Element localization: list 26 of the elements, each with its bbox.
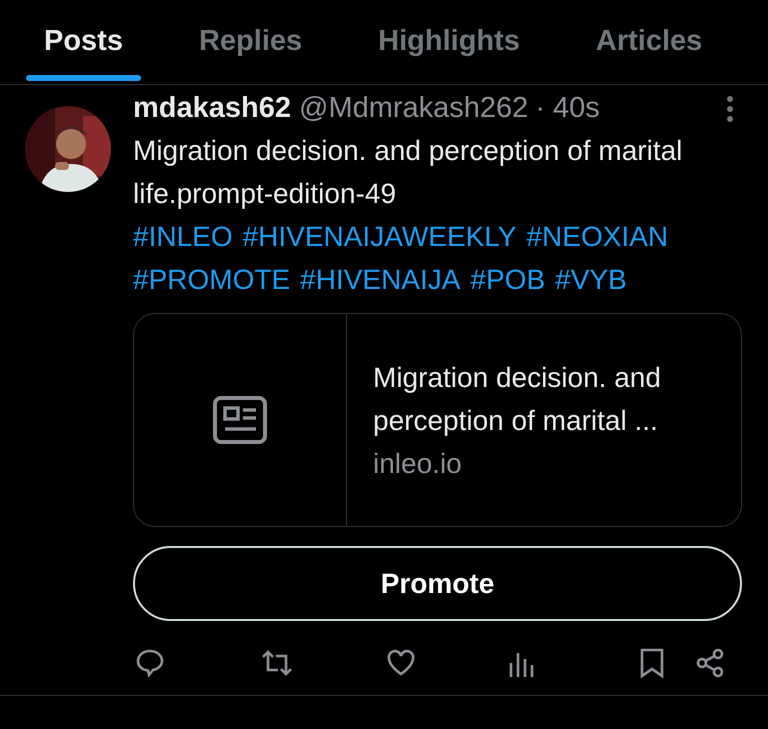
hashtag-link[interactable]: #HIVENAIJAWEEKLY: [242, 215, 516, 258]
link-title: Migration decision. and perception of marital ...: [373, 360, 662, 438]
hashtag-link[interactable]: #NEOXIAN: [526, 215, 668, 258]
share-icon[interactable]: [695, 648, 725, 678]
profile-tab[interactable]: Replies: [180, 0, 320, 84]
promote-button[interactable]: Promote: [133, 546, 742, 621]
bookmark-icon[interactable]: [639, 648, 665, 678]
user-handle[interactable]: @Mdmrakash262: [299, 87, 528, 131]
repost-icon[interactable]: [260, 648, 294, 678]
hashtag-link[interactable]: #PROMOTE: [133, 258, 290, 301]
article-icon: [212, 395, 268, 445]
more-icon[interactable]: [726, 95, 734, 123]
user-name[interactable]: mdakash62: [133, 87, 291, 131]
hashtag-link[interactable]: #INLEO: [133, 215, 233, 258]
link-domain: inleo.io: [373, 446, 463, 480]
link-card[interactable]: Migration decision. and perception of marital ... inleo.io: [133, 313, 742, 527]
hashtag-link[interactable]: #VYB: [555, 258, 627, 301]
profile-tab[interactable]: Highlights: [360, 0, 538, 84]
hashtag-link[interactable]: #HIVENAIJA: [300, 258, 460, 301]
hashtag-link[interactable]: #POB: [470, 258, 546, 301]
comment-icon[interactable]: [135, 648, 165, 678]
post-text: Migration decision. and perception of marital life.prompt-edition-49: [133, 134, 684, 211]
profile-tab[interactable]: Posts: [26, 0, 141, 84]
heart-icon[interactable]: [386, 649, 416, 677]
post-time: · 40s: [535, 91, 600, 126]
profile-tab[interactable]: Articles: [578, 0, 720, 84]
